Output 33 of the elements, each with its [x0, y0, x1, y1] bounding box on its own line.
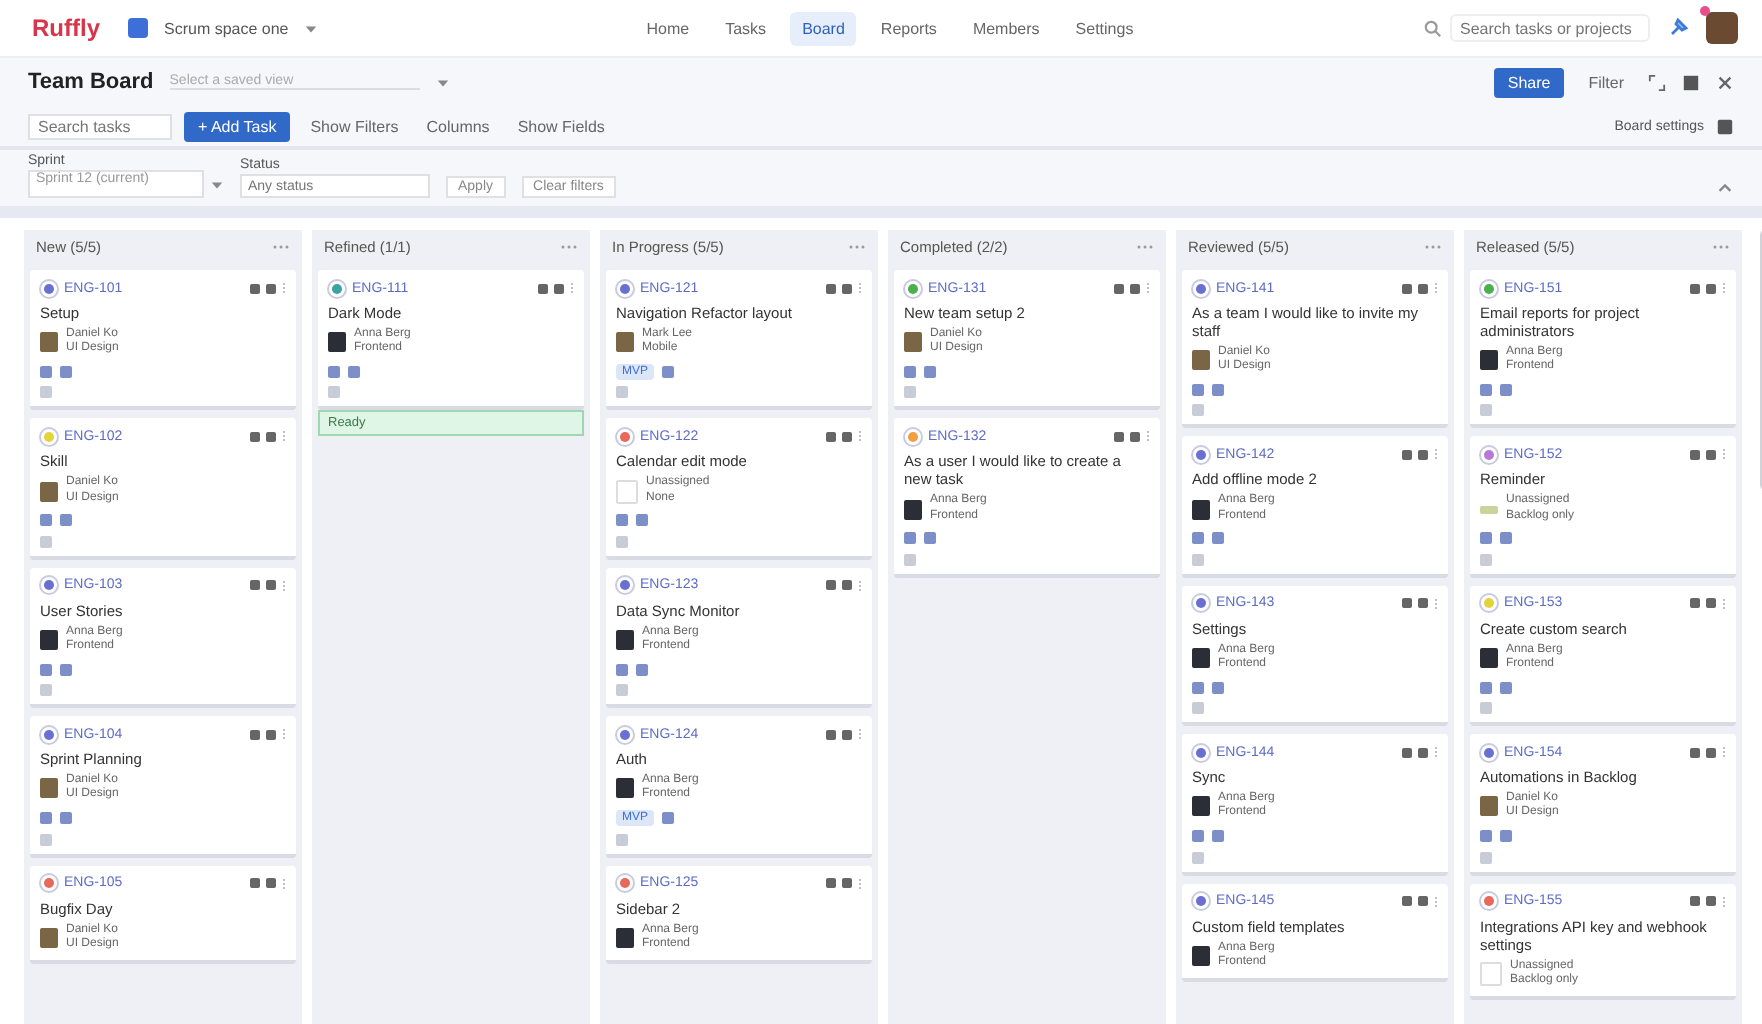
- nav-tab[interactable]: Reports: [868, 11, 949, 45]
- caret-icon[interactable]: [304, 21, 319, 35]
- collapse-icon[interactable]: [1716, 180, 1734, 198]
- more-icon[interactable]: [1712, 243, 1730, 249]
- nav-tab[interactable]: Board: [790, 11, 857, 45]
- board-title: Team Board: [28, 70, 154, 94]
- add-task-button[interactable]: + Add Task: [184, 111, 291, 141]
- more-icon[interactable]: [560, 243, 578, 249]
- nav-tab[interactable]: Tasks: [713, 11, 779, 45]
- more-icon[interactable]: [272, 243, 290, 249]
- user-avatar[interactable]: [1706, 12, 1738, 44]
- show-filters-button[interactable]: Show Filters: [302, 113, 407, 139]
- task-search-field[interactable]: Search tasks: [28, 113, 172, 139]
- logo[interactable]: Ruffly: [32, 14, 100, 42]
- show-fields-button[interactable]: Show Fields: [509, 113, 613, 139]
- pin-icon[interactable]: [1666, 16, 1690, 40]
- project-icon: [128, 18, 148, 38]
- caret-icon[interactable]: [435, 75, 450, 89]
- more-icon[interactable]: [848, 243, 866, 249]
- columns-button[interactable]: Columns: [418, 113, 498, 139]
- close-icon[interactable]: [1716, 73, 1734, 91]
- nav-tab[interactable]: Settings: [1063, 11, 1146, 45]
- search-icon: [1424, 19, 1442, 37]
- more-icon[interactable]: [1424, 243, 1442, 249]
- nav-tab[interactable]: Members: [960, 11, 1052, 45]
- share-button[interactable]: Share: [1493, 67, 1565, 97]
- caret-icon[interactable]: [210, 177, 224, 191]
- expand-icon[interactable]: [1648, 73, 1666, 91]
- filter-button[interactable]: Filter: [1580, 69, 1632, 95]
- nav-tab[interactable]: Home: [634, 11, 702, 45]
- more-icon[interactable]: [1136, 243, 1154, 249]
- project-selector[interactable]: Scrum space one: [164, 19, 289, 37]
- search-field[interactable]: Search tasks or projects: [1450, 14, 1650, 42]
